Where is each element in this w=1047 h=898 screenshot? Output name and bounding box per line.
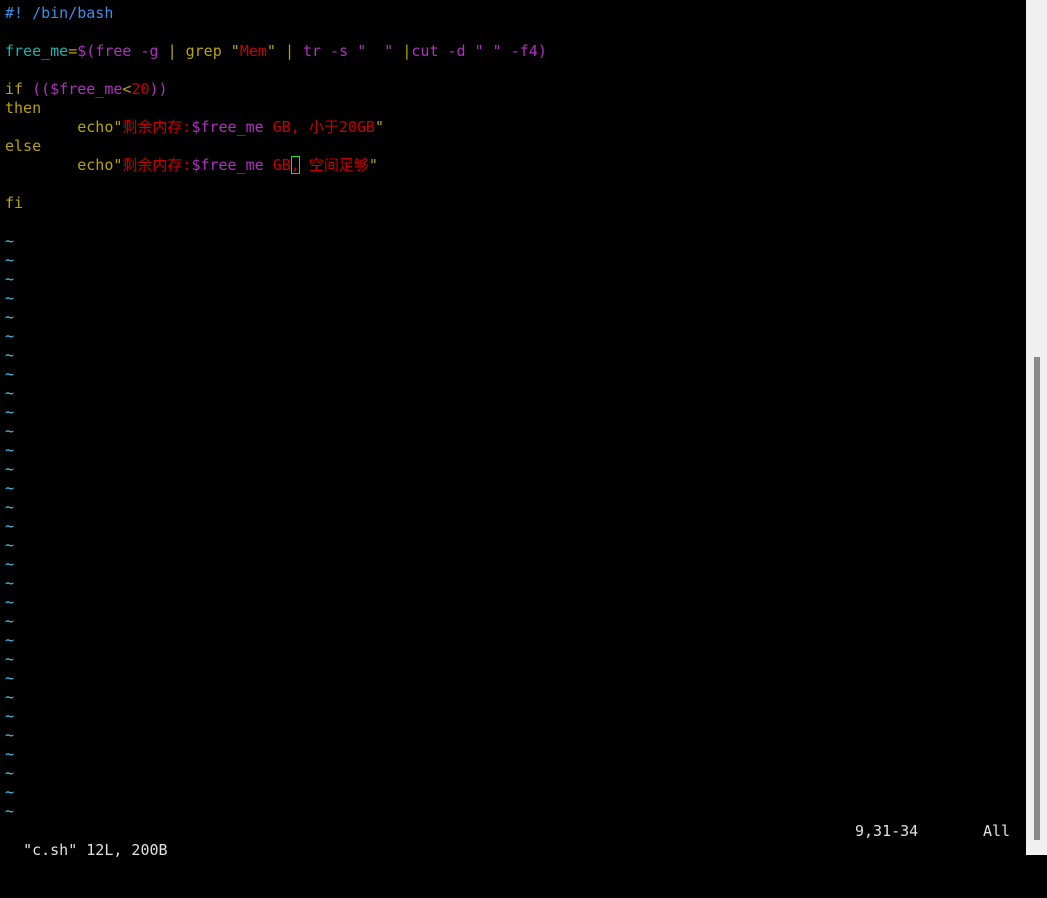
scrollbar-thumb[interactable]	[1034, 357, 1040, 840]
empty-line-marker: ~	[5, 612, 15, 630]
empty-line-marker: ~	[5, 460, 15, 478]
vim-buffer[interactable]: #! /bin/bash free_me=$(free -g | grep "M…	[5, 4, 1025, 821]
code-token: echo	[5, 156, 114, 174]
empty-line-marker: ~	[5, 270, 15, 288]
empty-line-marker: ~	[5, 631, 15, 649]
code-token: 剩余内存:	[122, 118, 192, 136]
code-token: |	[167, 42, 186, 60]
code-token: if	[5, 80, 33, 98]
code-token: =	[68, 42, 78, 60]
code-token: GB	[263, 156, 291, 174]
code-token: "	[368, 156, 378, 174]
code-token: free_me	[5, 42, 69, 60]
empty-line-marker: ~	[5, 251, 15, 269]
empty-line-marker: ~	[5, 783, 15, 801]
code-token: GB, 小于20GB	[263, 118, 375, 136]
text-cursor: ,	[290, 156, 300, 174]
empty-line-marker: ~	[5, 479, 15, 497]
file-info: "c.sh" 12L, 200B	[23, 841, 168, 859]
empty-line-marker: ~	[5, 650, 15, 668]
code-token: "	[230, 42, 240, 60]
cursor-ruler: 9,31-34	[855, 822, 919, 840]
empty-line-marker: ~	[5, 764, 15, 782]
empty-line-marker: ~	[5, 745, 15, 763]
code-token: fi	[5, 194, 24, 212]
empty-line-marker: ~	[5, 441, 15, 459]
empty-line-marker: ~	[5, 365, 15, 383]
code-token: tr -s " "	[303, 42, 403, 60]
empty-line-marker: ~	[5, 688, 15, 706]
code-token: (($free_me	[32, 80, 123, 98]
code-line[interactable]: else	[5, 137, 1025, 156]
vim-status-line: "c.sh" 12L, 200B 9,31-34 All	[5, 822, 1020, 859]
code-line[interactable]: echo"剩余内存:$free_me GB, 小于20GB"	[5, 118, 1025, 137]
empty-line-marker: ~	[5, 669, 15, 687]
code-token: Mem	[239, 42, 267, 60]
code-line[interactable]	[5, 61, 1025, 80]
empty-line-marker: ~	[5, 593, 15, 611]
empty-line-marker: ~	[5, 574, 15, 592]
code-line[interactable]: free_me=$(free -g | grep "Mem" | tr -s "…	[5, 42, 1025, 61]
scrollbar[interactable]	[1026, 0, 1047, 855]
code-token: "	[266, 42, 285, 60]
code-token: else	[5, 137, 42, 155]
code-token: #! /bin/bash	[5, 4, 114, 22]
empty-line-marker: ~	[5, 327, 15, 345]
empty-line-marker: ~	[5, 232, 15, 250]
code-line[interactable]	[5, 175, 1025, 194]
empty-line-marker: ~	[5, 536, 15, 554]
code-line[interactable]: if (($free_me<20))	[5, 80, 1025, 99]
code-token: $free_me	[191, 156, 264, 174]
empty-line-marker: ~	[5, 517, 15, 535]
empty-line-marker: ~	[5, 498, 15, 516]
code-token: 空间足够	[299, 156, 369, 174]
empty-line-marker: ~	[5, 555, 15, 573]
code-token: cut -d " " -f4)	[411, 42, 547, 60]
empty-line-marker: ~	[5, 726, 15, 744]
code-token: then	[5, 99, 42, 117]
code-token: grep	[185, 42, 231, 60]
empty-line-marker: ~	[5, 346, 15, 364]
code-line[interactable]: then	[5, 99, 1025, 118]
code-token: $free_me	[191, 118, 264, 136]
empty-line-marker: ~	[5, 308, 15, 326]
code-line[interactable]: echo"剩余内存:$free_me GB, 空间足够"	[5, 156, 1025, 175]
empty-line-marker: ~	[5, 707, 15, 725]
empty-line-marker: ~	[5, 384, 15, 402]
code-line[interactable]	[5, 213, 1025, 232]
empty-line-marker: ~	[5, 289, 15, 307]
code-token: "	[374, 118, 384, 136]
code-line[interactable]: fi	[5, 194, 1025, 213]
scroll-position: All	[983, 822, 1011, 840]
code-token: |	[284, 42, 304, 60]
code-token: ))	[149, 80, 168, 98]
code-token: echo	[5, 118, 114, 136]
code-line[interactable]	[5, 23, 1025, 42]
empty-line-marker: ~	[5, 403, 15, 421]
empty-line-marker: ~	[5, 802, 15, 820]
code-token: $(free -g	[77, 42, 168, 60]
code-line[interactable]: #! /bin/bash	[5, 4, 1025, 23]
empty-line-marker: ~	[5, 422, 15, 440]
code-token: 剩余内存:	[122, 156, 192, 174]
code-token: 20	[131, 80, 150, 98]
